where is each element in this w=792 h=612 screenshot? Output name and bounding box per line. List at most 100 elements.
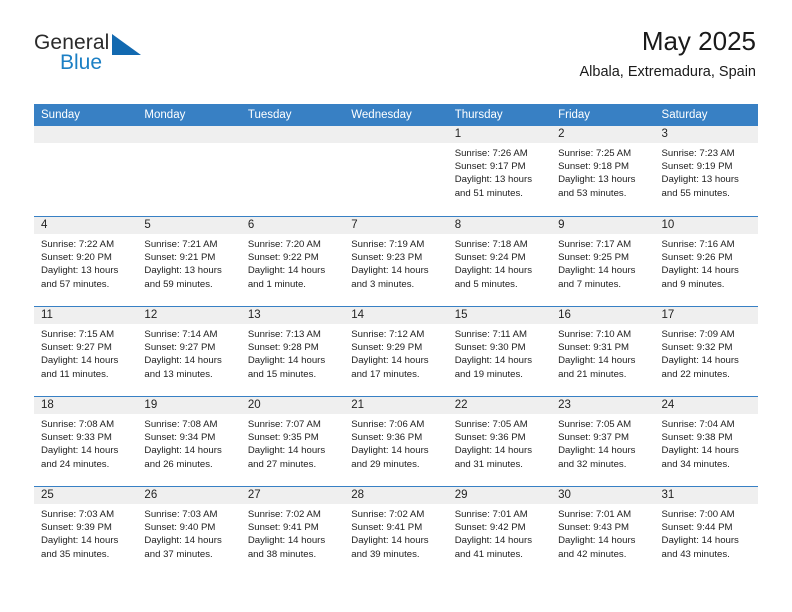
day-details: Sunrise: 7:04 AM Sunset: 9:38 PM Daylight:… (655, 414, 758, 471)
day-number: 26 (137, 487, 241, 504)
calendar-day-cell[interactable]: 7 Sunrise: 7:19 AM Sunset: 9:23 PM Daylight… (344, 217, 448, 306)
day-number: 19 (137, 397, 241, 414)
calendar-day-cell[interactable]: 9 Sunrise: 7:17 AM Sunset: 9:25 PM Daylight… (551, 217, 655, 306)
day-number: 28 (344, 487, 448, 504)
calendar-day-cell[interactable]: 12 Sunrise: 7:14 AM Sunset: 9:27 PM Dayligh… (137, 307, 241, 396)
calendar-day-cell[interactable]: 15 Sunrise: 7:11 AM Sunset: 9:30 PM Dayligh… (447, 307, 552, 396)
daylight-text: Daylight: 13 hours and 55 minutes. (661, 174, 739, 199)
daylight-text: Daylight: 14 hours and 31 minutes. (454, 445, 533, 470)
sunset-text: Sunset: 9:37 PM (558, 432, 630, 444)
daylight-text: Daylight: 14 hours and 5 minutes. (454, 265, 533, 290)
day-details: Sunrise: 7:10 AM Sunset: 9:31 PM Daylight:… (551, 324, 654, 381)
daylight-text: Daylight: 14 hours and 21 minutes. (558, 355, 636, 380)
day-details: Sunrise: 7:00 AM Sunset: 9:44 PM Daylight:… (655, 504, 758, 561)
calendar-day-cell[interactable]: 23 Sunrise: 7:05 AM Sunset: 9:37 PM Dayligh… (551, 397, 655, 486)
sunrise-text: Sunrise: 7:26 AM (454, 148, 528, 159)
calendar-day-cell[interactable]: 17 Sunrise: 7:09 AM Sunset: 9:32 PM Dayligh… (654, 307, 758, 396)
calendar-day-cell[interactable]: 6 Sunrise: 7:20 AM Sunset: 9:22 PM Daylight… (240, 217, 345, 306)
calendar-day-cell[interactable]: 24 Sunrise: 7:04 AM Sunset: 9:38 PM Dayligh… (654, 397, 758, 486)
calendar-day-cell[interactable]: 11 Sunrise: 7:15 AM Sunset: 9:27 PM Dayligh… (34, 307, 138, 396)
sunrise-text: Sunrise: 7:06 AM (351, 419, 425, 430)
daylight-text: Daylight: 14 hours and 26 minutes. (144, 445, 222, 470)
day-number: 27 (240, 487, 345, 504)
calendar-day-cell[interactable]: 31 Sunrise: 7:00 AM Sunset: 9:44 PM Dayligh… (654, 487, 758, 576)
sunset-text: Sunset: 9:43 PM (558, 522, 630, 534)
sunrise-text: Sunrise: 7:23 AM (661, 148, 735, 159)
page-title: May 2025 (641, 26, 756, 56)
day-number: 16 (551, 307, 655, 324)
calendar-day-cell[interactable]: 21 Sunrise: 7:06 AM Sunset: 9:36 PM Dayligh… (344, 397, 448, 486)
sunset-text: Sunset: 9:17 PM (454, 161, 526, 173)
day-number: 24 (654, 397, 758, 414)
day-number (240, 126, 345, 143)
day-number: 10 (654, 217, 758, 234)
sunset-text: Sunset: 9:34 PM (144, 432, 216, 444)
calendar-day-cell[interactable]: 5 Sunrise: 7:21 AM Sunset: 9:21 PM Daylight… (137, 217, 241, 306)
calendar-day-cell[interactable]: 28 Sunrise: 7:02 AM Sunset: 9:41 PM Dayligh… (344, 487, 448, 576)
day-details: Sunrise: 7:11 AM Sunset: 9:30 PM Daylight:… (448, 324, 551, 381)
day-details: Sunrise: 7:07 AM Sunset: 9:35 PM Daylight:… (241, 414, 344, 471)
calendar-day-cell[interactable]: 19 Sunrise: 7:08 AM Sunset: 9:34 PM Dayligh… (137, 397, 241, 486)
title-block: May 2025 Albala, Extremadura, Spain (579, 26, 756, 82)
daylight-text: Daylight: 14 hours and 35 minutes. (41, 535, 119, 560)
day-number: 3 (654, 126, 758, 143)
logo-word-blue: Blue (60, 51, 103, 74)
daylight-text: Daylight: 14 hours and 34 minutes. (661, 445, 739, 470)
day-number: 2 (551, 126, 655, 143)
daylight-text: Daylight: 14 hours and 13 minutes. (144, 355, 222, 380)
sunset-text: Sunset: 9:41 PM (351, 522, 423, 534)
calendar-day-cell[interactable]: 2 Sunrise: 7:25 AM Sunset: 9:18 PM Daylight… (551, 126, 655, 216)
day-number: 4 (34, 217, 138, 234)
calendar-day-cell[interactable]: 26 Sunrise: 7:03 AM Sunset: 9:40 PM Dayligh… (137, 487, 241, 576)
day-details: Sunrise: 7:21 AM Sunset: 9:21 PM Daylight:… (137, 234, 240, 291)
calendar-day-cell[interactable]: 4 Sunrise: 7:22 AM Sunset: 9:20 PM Daylight… (34, 217, 138, 306)
calendar-day-cell[interactable]: 8 Sunrise: 7:18 AM Sunset: 9:24 PM Daylight… (447, 217, 552, 306)
sunrise-text: Sunrise: 7:03 AM (41, 509, 115, 520)
day-details: Sunrise: 7:18 AM Sunset: 9:24 PM Daylight:… (448, 234, 551, 291)
sunset-text: Sunset: 9:39 PM (41, 522, 112, 534)
general-blue-logo[interactable]: General Blue (34, 32, 204, 80)
sunrise-text: Sunrise: 7:07 AM (247, 419, 321, 430)
sunrise-text: Sunrise: 7:04 AM (661, 419, 735, 430)
sunrise-text: Sunrise: 7:03 AM (144, 509, 218, 520)
sunrise-text: Sunrise: 7:17 AM (558, 239, 632, 250)
day-number: 29 (447, 487, 552, 504)
calendar-day-cell[interactable]: 30 Sunrise: 7:01 AM Sunset: 9:43 PM Dayligh… (551, 487, 655, 576)
sunrise-text: Sunrise: 7:01 AM (454, 509, 528, 520)
calendar-day-cell[interactable]: 10 Sunrise: 7:16 AM Sunset: 9:26 PM Dayligh… (654, 217, 758, 306)
weekday-header-row: Sunday Monday Tuesday Wednesday Thursday… (34, 104, 758, 126)
sunrise-text: Sunrise: 7:10 AM (558, 329, 632, 340)
day-details: Sunrise: 7:02 AM Sunset: 9:41 PM Daylight:… (344, 504, 447, 561)
sunrise-text: Sunrise: 7:12 AM (351, 329, 425, 340)
day-number: 5 (137, 217, 241, 234)
calendar-day-cell[interactable]: 1 Sunrise: 7:26 AM Sunset: 9:17 PM Daylight… (447, 126, 552, 216)
day-number: 30 (551, 487, 655, 504)
sunrise-text: Sunrise: 7:05 AM (558, 419, 632, 430)
daylight-text: Daylight: 14 hours and 9 minutes. (661, 265, 739, 290)
daylight-text: Daylight: 14 hours and 29 minutes. (351, 445, 429, 470)
day-details: Sunrise: 7:05 AM Sunset: 9:36 PM Daylight:… (448, 414, 551, 471)
daylight-text: Daylight: 14 hours and 27 minutes. (247, 445, 326, 470)
daylight-text: Daylight: 14 hours and 43 minutes. (661, 535, 739, 560)
calendar-day-cell[interactable]: 16 Sunrise: 7:10 AM Sunset: 9:31 PM Dayligh… (551, 307, 655, 396)
weekday-header-sunday: Sunday (41, 109, 81, 121)
calendar-day-cell[interactable]: 20 Sunrise: 7:07 AM Sunset: 9:35 PM Dayligh… (240, 397, 345, 486)
day-details: Sunrise: 7:26 AM Sunset: 9:17 PM Daylight:… (448, 143, 551, 200)
sunset-text: Sunset: 9:19 PM (661, 161, 733, 173)
day-number: 1 (447, 126, 552, 143)
calendar-day-cell[interactable]: 18 Sunrise: 7:08 AM Sunset: 9:33 PM Dayligh… (34, 397, 138, 486)
calendar-day-cell[interactable]: 29 Sunrise: 7:01 AM Sunset: 9:42 PM Dayligh… (447, 487, 552, 576)
calendar-day-cell[interactable]: 25 Sunrise: 7:03 AM Sunset: 9:39 PM Dayligh… (34, 487, 138, 576)
daylight-text: Daylight: 14 hours and 41 minutes. (454, 535, 533, 560)
daylight-text: Daylight: 14 hours and 11 minutes. (41, 355, 119, 380)
weekday-header-friday: Friday (558, 109, 591, 121)
calendar-day-cell[interactable]: 3 Sunrise: 7:23 AM Sunset: 9:19 PM Daylight… (654, 126, 758, 216)
calendar-day-cell[interactable]: 13 Sunrise: 7:13 AM Sunset: 9:28 PM Dayligh… (240, 307, 345, 396)
sunset-text: Sunset: 9:41 PM (247, 522, 319, 534)
day-details: Sunrise: 7:16 AM Sunset: 9:26 PM Daylight:… (655, 234, 758, 291)
calendar-day-cell[interactable]: 22 Sunrise: 7:05 AM Sunset: 9:36 PM Dayligh… (447, 397, 552, 486)
calendar-day-cell[interactable]: 27 Sunrise: 7:02 AM Sunset: 9:41 PM Dayligh… (240, 487, 345, 576)
weekday-header-wednesday: Wednesday (351, 109, 412, 121)
sunrise-text: Sunrise: 7:08 AM (41, 419, 115, 430)
calendar-day-cell[interactable]: 14 Sunrise: 7:12 AM Sunset: 9:29 PM Dayligh… (344, 307, 448, 396)
